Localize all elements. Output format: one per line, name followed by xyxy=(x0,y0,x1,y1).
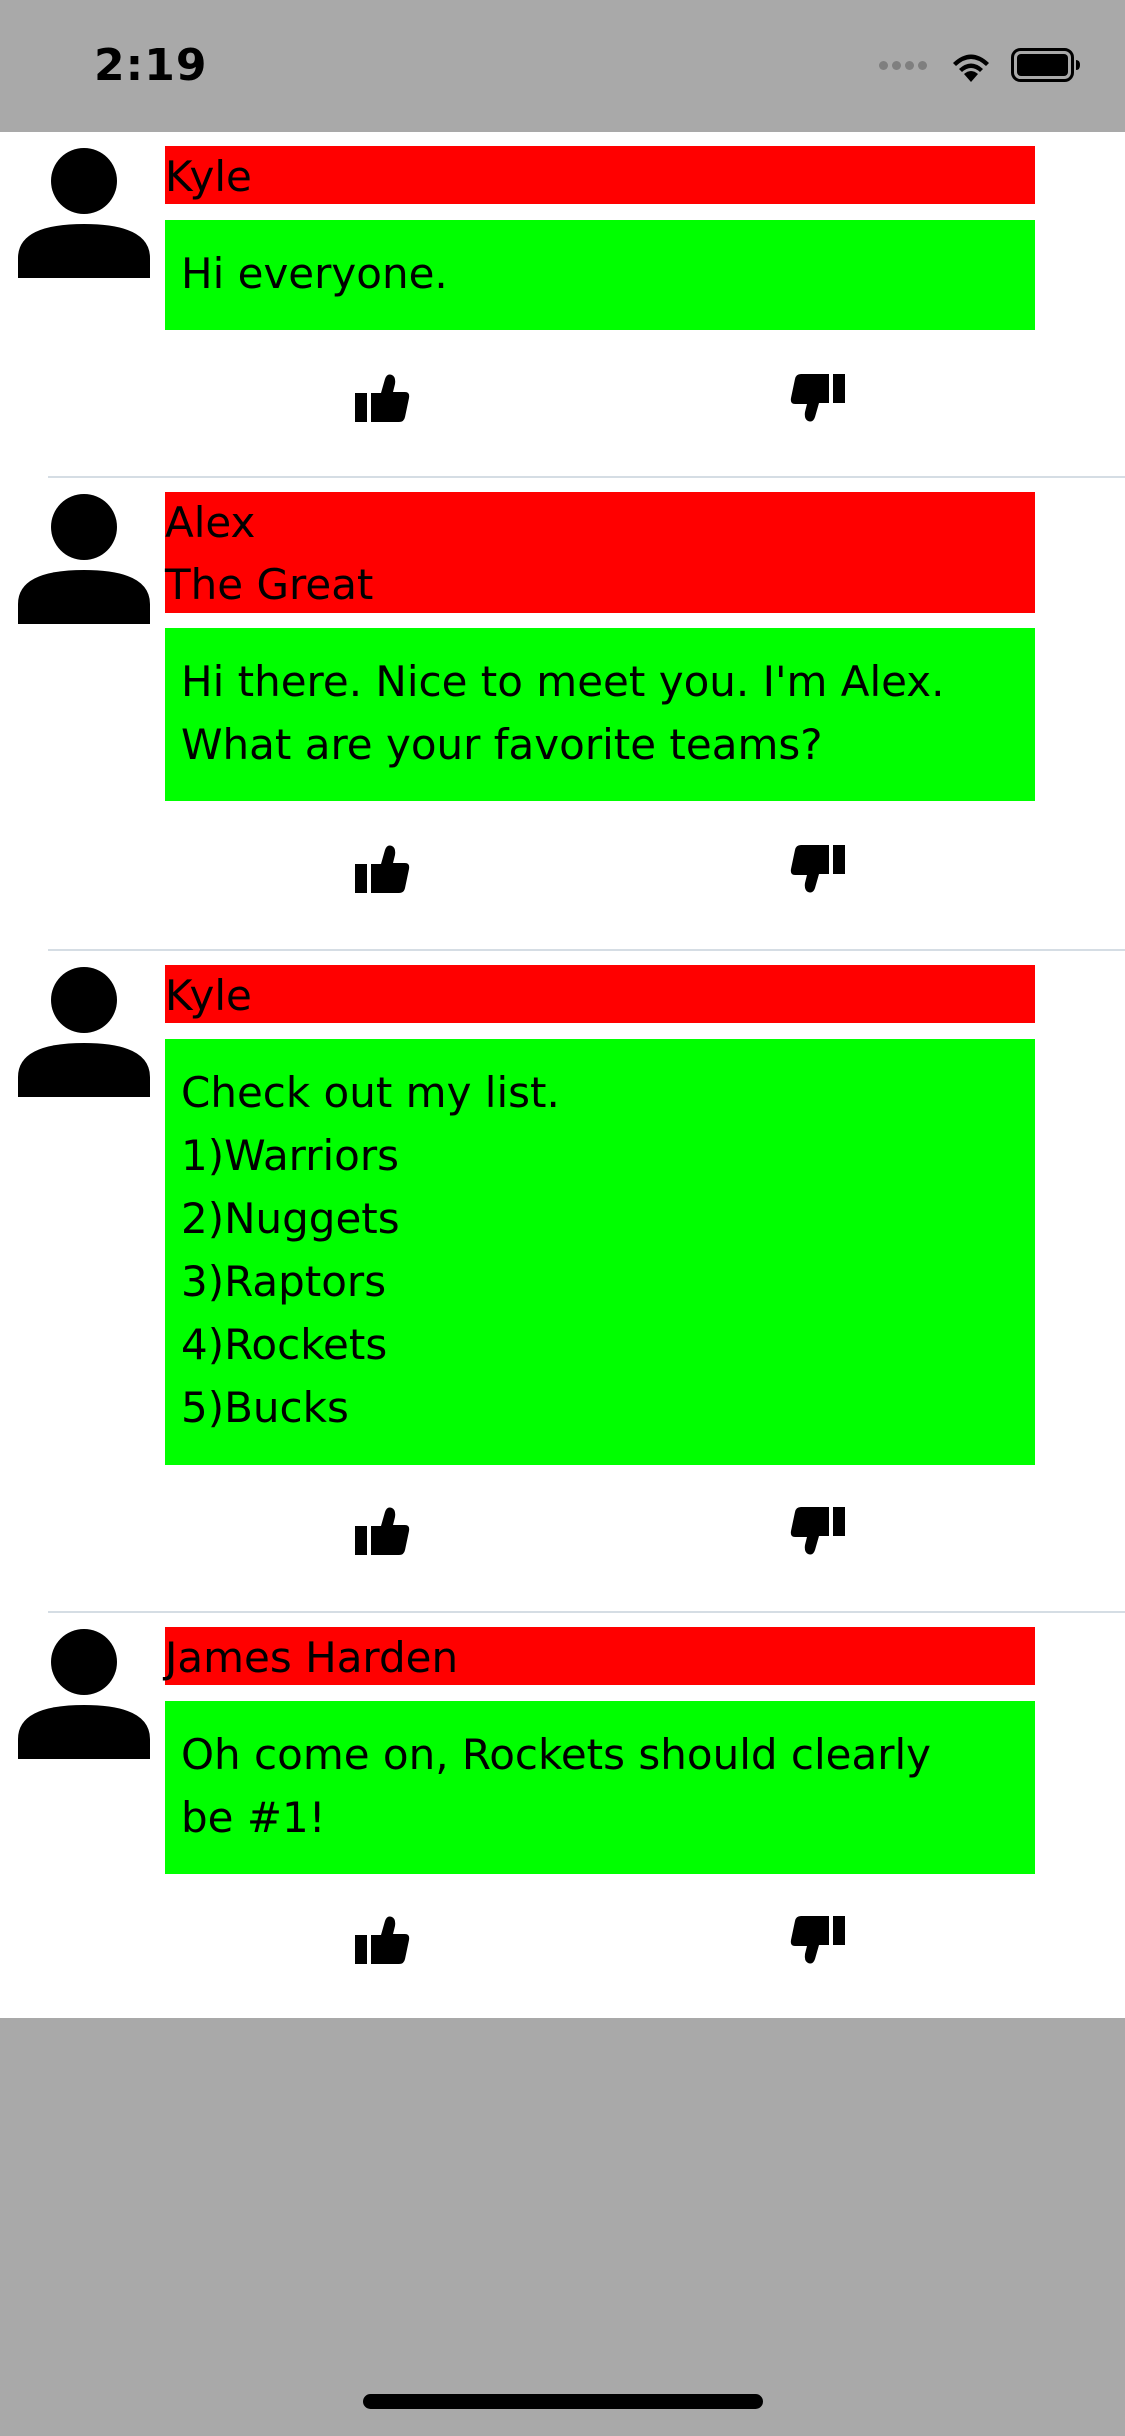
author-name: James Harden xyxy=(165,1627,1035,1685)
thumbs-up-icon[interactable] xyxy=(354,844,410,894)
message-text: Hi everyone. xyxy=(165,220,1035,330)
thumbs-down-icon[interactable] xyxy=(790,373,846,423)
message-list[interactable]: Kyle Hi everyone. Alex The Great Hi ther… xyxy=(0,132,1125,2018)
message-text: Check out my list. 1)Warriors 2)Nuggets … xyxy=(165,1039,1035,1465)
message-text: Oh come on, Rockets should clearly be #1… xyxy=(165,1701,1035,1874)
author-name: Kyle xyxy=(165,146,1035,204)
message-card: Kyle Check out my list. 1)Warriors 2)Nug… xyxy=(0,951,1125,1613)
home-indicator[interactable] xyxy=(363,2394,763,2409)
message-card: Alex The Great Hi there. Nice to meet yo… xyxy=(0,478,1125,951)
wifi-icon xyxy=(953,54,989,82)
thumbs-down-icon[interactable] xyxy=(790,1506,846,1556)
person-icon xyxy=(18,965,150,1097)
battery-icon xyxy=(1011,48,1080,82)
thumbs-down-icon[interactable] xyxy=(790,1915,846,1965)
status-bar: 2:19 xyxy=(0,0,1125,132)
person-icon xyxy=(18,1627,150,1759)
message-text: Hi there. Nice to meet you. I'm Alex. Wh… xyxy=(165,628,1035,801)
author-name: Alex The Great xyxy=(165,492,1035,613)
status-time: 2:19 xyxy=(94,40,208,91)
thumbs-down-icon[interactable] xyxy=(790,844,846,894)
person-icon xyxy=(18,146,150,278)
cellular-signal-icon xyxy=(875,60,927,70)
person-icon xyxy=(18,492,150,624)
author-name: Kyle xyxy=(165,965,1035,1023)
message-card: James Harden Oh come on, Rockets should … xyxy=(0,1613,1125,2018)
thumbs-up-icon[interactable] xyxy=(354,1506,410,1556)
thumbs-up-icon[interactable] xyxy=(354,373,410,423)
thumbs-up-icon[interactable] xyxy=(354,1915,410,1965)
status-icons xyxy=(875,48,1081,82)
message-card: Kyle Hi everyone. xyxy=(0,132,1125,478)
